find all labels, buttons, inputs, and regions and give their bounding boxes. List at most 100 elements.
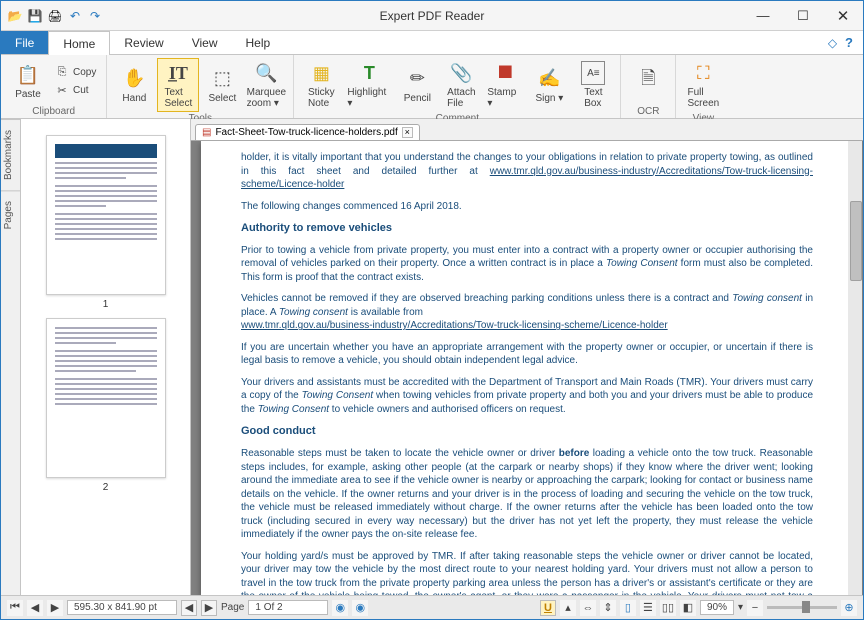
sign-icon: ✍ [537, 67, 561, 91]
pencil-icon: ✏ [405, 67, 429, 91]
pencil-button[interactable]: ✏Pencil [396, 58, 438, 112]
page-viewport[interactable]: holder, it is vitally important that you… [191, 141, 863, 595]
titlebar: 📂 💾 🖨 ↶ ↷ Expert PDF Reader — ☐ ✕ [1, 1, 863, 31]
ocr-icon: 🗎 [636, 69, 660, 93]
sidebar-tab-pages[interactable]: Pages [1, 190, 20, 239]
nav-prev-icon[interactable]: ◀ [27, 600, 43, 616]
thumbnail-label-1: 1 [21, 299, 190, 310]
document-tab[interactable]: ▤ Fact-Sheet-Tow-truck-licence-holders.p… [195, 124, 420, 140]
scrollbar-thumb[interactable] [850, 201, 862, 281]
rotate-icon[interactable]: ◧ [680, 600, 696, 616]
marquee-zoom-button[interactable]: 🔍Marquee zoom ▾ [245, 58, 287, 112]
menubar: File Home Review View Help ◇ ? [1, 31, 863, 55]
paste-icon: 📋 [16, 63, 40, 87]
tab-review[interactable]: Review [110, 31, 177, 54]
ribbon: 📋 Paste ⎘Copy ✂Cut Clipboard ✋Hand I̲TTe… [1, 55, 863, 119]
zoom-out-icon[interactable]: − [747, 600, 763, 616]
copy-button[interactable]: ⎘Copy [51, 65, 100, 81]
fit-page-icon[interactable]: ⇕ [600, 600, 616, 616]
close-button[interactable]: ✕ [823, 2, 863, 30]
paperclip-icon: 📎 [449, 61, 473, 85]
ribbon-group-clipboard: 📋 Paste ⎘Copy ✂Cut Clipboard [1, 55, 107, 118]
page-dimensions: 595.30 x 841.90 pt [67, 600, 177, 615]
tool-1-icon[interactable]: ▴ [560, 600, 576, 616]
hand-button[interactable]: ✋Hand [113, 58, 155, 112]
text-box-button[interactable]: A≡Text Box [572, 58, 614, 112]
statusbar: ⏮ ◀ ▶ 595.30 x 841.90 pt ◀ ▶ Page 1 Of 2… [1, 595, 863, 619]
thumbnail-panel: 1 2 [21, 119, 191, 595]
hand-icon: ✋ [122, 67, 146, 91]
side-tabs: Bookmarks Pages [1, 119, 21, 595]
copy-icon: ⎘ [55, 66, 69, 80]
facing-icon[interactable]: ▯▯ [660, 600, 676, 616]
nav-first-icon[interactable]: ⏮ [7, 600, 23, 616]
fit-width-icon[interactable]: ⇔ [580, 600, 596, 616]
ocr-button[interactable]: 🗎 [627, 58, 669, 105]
ribbon-group-comment: ▦Sticky Note THighlight ▾ ✏Pencil 📎Attac… [294, 55, 621, 118]
zoom-dropdown-icon[interactable]: ▾ [738, 602, 743, 613]
next-page-icon[interactable]: ▶ [201, 600, 217, 616]
close-tab-icon[interactable]: × [402, 127, 413, 138]
redo-icon[interactable]: ↷ [87, 8, 103, 24]
tab-help[interactable]: Help [232, 31, 285, 54]
text-box-icon: A≡ [581, 61, 605, 85]
undo-icon[interactable]: ↶ [67, 8, 83, 24]
zoom-in-icon[interactable]: ⊕ [841, 600, 857, 616]
pdf-page: holder, it is vitally important that you… [201, 141, 853, 595]
cut-icon: ✂ [55, 84, 69, 98]
zoom-slider-thumb[interactable] [802, 601, 810, 613]
document-area: ▤ Fact-Sheet-Tow-truck-licence-holders.p… [191, 119, 863, 595]
fullscreen-icon: ⛶ [691, 61, 715, 85]
stamp-icon: ⯀ [493, 61, 517, 85]
heading-authority: Authority to remove vehicles [241, 221, 813, 236]
link-licence-holder-2[interactable]: www.tmr.qld.gov.au/business-industry/Acc… [241, 320, 668, 331]
pdf-icon: ▤ [202, 127, 211, 138]
select-button[interactable]: ⬚Select [201, 58, 243, 112]
single-page-icon[interactable]: ▯ [620, 600, 636, 616]
page-label: Page [221, 602, 244, 613]
document-tab-label: Fact-Sheet-Tow-truck-licence-holders.pdf [215, 127, 397, 138]
select-icon: ⬚ [210, 67, 234, 91]
sticky-note-button[interactable]: ▦Sticky Note [300, 58, 342, 112]
history-back-icon[interactable]: ◉ [332, 600, 348, 616]
ribbon-group-view: ⛶Full Screen View [676, 55, 730, 118]
qat-save-icon[interactable]: 💾 [27, 8, 43, 24]
thumbnail-label-2: 2 [21, 482, 190, 493]
highlight-button[interactable]: THighlight ▾ [344, 58, 394, 112]
text-select-icon: I̲T [166, 61, 190, 85]
qat-print-icon[interactable]: 🖨 [47, 8, 63, 24]
file-menu[interactable]: File [1, 31, 48, 54]
underline-icon[interactable]: U [540, 600, 556, 616]
thumbnail-page-2[interactable] [46, 318, 166, 478]
highlight-icon: T [357, 61, 381, 85]
collapse-ribbon-icon[interactable]: ◇ [828, 36, 837, 50]
heading-good-conduct: Good conduct [241, 424, 813, 439]
prev-page-icon[interactable]: ◀ [181, 600, 197, 616]
stamp-button[interactable]: ⯀Stamp ▾ [484, 58, 526, 112]
zoom-slider[interactable] [767, 606, 837, 609]
qat-open-icon[interactable]: 📂 [7, 8, 23, 24]
sticky-note-icon: ▦ [309, 61, 333, 85]
continuous-icon[interactable]: ☰ [640, 600, 656, 616]
text-select-button[interactable]: I̲TText Select [157, 58, 199, 112]
attach-file-button[interactable]: 📎Attach File [440, 58, 482, 112]
zoom-icon: 🔍 [254, 61, 278, 85]
ribbon-group-tools: ✋Hand I̲TText Select ⬚Select 🔍Marquee zo… [107, 55, 294, 118]
tab-home[interactable]: Home [48, 31, 110, 55]
ribbon-group-ocr: 🗎 OCR [621, 55, 676, 118]
nav-next-icon[interactable]: ▶ [47, 600, 63, 616]
sidebar-tab-bookmarks[interactable]: Bookmarks [1, 119, 20, 190]
fullscreen-button[interactable]: ⛶Full Screen [682, 58, 724, 112]
paste-button[interactable]: 📋 Paste [7, 58, 49, 105]
thumbnail-page-1[interactable] [46, 135, 166, 295]
zoom-level[interactable]: 90% [700, 600, 734, 615]
help-icon[interactable]: ? [845, 35, 853, 50]
maximize-button[interactable]: ☐ [783, 2, 823, 30]
minimize-button[interactable]: — [743, 2, 783, 30]
page-indicator[interactable]: 1 Of 2 [248, 600, 328, 615]
app-title: Expert PDF Reader [380, 9, 485, 23]
cut-button[interactable]: ✂Cut [51, 83, 100, 99]
tab-view[interactable]: View [178, 31, 232, 54]
history-forward-icon[interactable]: ◉ [352, 600, 368, 616]
sign-button[interactable]: ✍Sign ▾ [528, 58, 570, 112]
